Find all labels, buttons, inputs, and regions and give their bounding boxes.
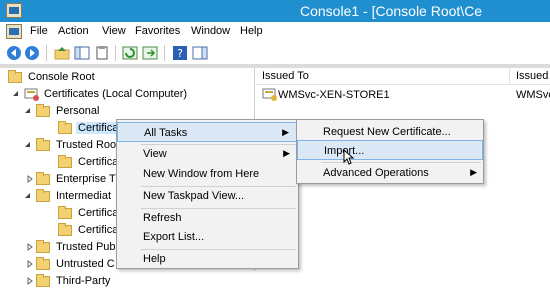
- folder-icon: [36, 138, 50, 151]
- folder-icon: [58, 121, 72, 134]
- folder-icon: [8, 70, 22, 83]
- menu-item-refresh[interactable]: Refresh: [117, 208, 298, 228]
- forward-arrow-icon[interactable]: [24, 45, 40, 61]
- menu-file[interactable]: File: [30, 25, 48, 37]
- all-tasks-submenu: Request New Certificate... Import... Adv…: [296, 119, 484, 184]
- list-item[interactable]: WMSvc-XEN-STORE1 WMSvc: [256, 87, 550, 104]
- toolbar-separator: [115, 45, 116, 61]
- menu-item-label: Advanced Operations: [323, 167, 429, 179]
- show-action-pane-icon[interactable]: [192, 45, 208, 61]
- tree-item-label: Console Root: [28, 71, 95, 83]
- mmc-document-icon[interactable]: [6, 24, 22, 39]
- toolbar-separator: [46, 45, 47, 61]
- tree-item-label: Certifica: [76, 122, 121, 134]
- mouse-cursor-icon: [343, 149, 355, 165]
- folder-icon: [36, 274, 50, 287]
- cell-issued-to: WMSvc-XEN-STORE1: [278, 89, 390, 101]
- folder-icon: [58, 155, 72, 168]
- menu-item-label: Request New Certificate...: [323, 126, 451, 138]
- column-header-issued-by[interactable]: Issued: [510, 68, 550, 85]
- menu-item-label: View: [143, 148, 167, 160]
- menu-item-label: Refresh: [143, 212, 182, 224]
- show-hide-tree-icon[interactable]: [74, 45, 90, 61]
- refresh-icon[interactable]: [122, 45, 138, 61]
- menu-item-help[interactable]: Help: [117, 249, 298, 269]
- mmc-app-icon[interactable]: [6, 3, 22, 18]
- expanded-chevron-icon[interactable]: [24, 192, 32, 200]
- menu-item-request-new-certificate[interactable]: Request New Certificate...: [297, 122, 483, 142]
- menu-item-export-list[interactable]: Export List...: [117, 227, 298, 247]
- folder-icon: [58, 223, 72, 236]
- tree-item-label: Personal: [56, 105, 100, 117]
- submenu-arrow-icon: ▶: [283, 148, 290, 158]
- tree-item-label: Intermediat: [56, 190, 112, 202]
- menu-item-label: Help: [143, 253, 166, 265]
- menu-item-label: New Window from Here: [143, 168, 260, 180]
- tree-item-label: Trusted Roo: [56, 139, 117, 151]
- collapsed-chevron-icon[interactable]: [26, 260, 34, 268]
- back-arrow-icon[interactable]: [6, 45, 22, 61]
- cell-issued-by: WMSvc: [516, 89, 550, 101]
- collapsed-chevron-icon[interactable]: [26, 277, 34, 285]
- context-menu: All Tasks ▶ View ▶ New Window from Here …: [116, 119, 299, 269]
- collapsed-chevron-icon[interactable]: [26, 243, 34, 251]
- menu-bar: File Action View Favorites Window Help: [0, 22, 550, 42]
- tree-item-label: Certifica: [78, 224, 119, 236]
- menu-item-new-taskpad-view[interactable]: New Taskpad View...: [117, 186, 298, 206]
- menu-item-view[interactable]: View ▶: [117, 144, 298, 164]
- menu-item-label: All Tasks: [144, 127, 188, 139]
- menu-favorites[interactable]: Favorites: [135, 25, 180, 37]
- folder-icon: [36, 240, 50, 253]
- menu-item-new-window-from-here[interactable]: New Window from Here: [117, 164, 298, 184]
- help-icon[interactable]: ?: [172, 45, 188, 61]
- folder-icon: [58, 206, 72, 219]
- menu-item-advanced-operations[interactable]: Advanced Operations ▶: [297, 163, 483, 183]
- tree-item-label: Certifica: [78, 156, 119, 168]
- title-bar: Console1 - [Console Root\Ce: [0, 0, 550, 22]
- menu-view[interactable]: View: [102, 25, 126, 37]
- toolbar-separator: [164, 45, 165, 61]
- menu-help[interactable]: Help: [240, 25, 263, 37]
- submenu-arrow-icon: ▶: [282, 127, 289, 137]
- svg-text:?: ?: [177, 47, 183, 60]
- folder-icon: [36, 104, 50, 117]
- menu-item-label: Export List...: [143, 231, 205, 243]
- tree-item-label: Certificates (Local Computer): [44, 88, 188, 100]
- expanded-chevron-icon[interactable]: [12, 90, 20, 98]
- tree-item-label: Trusted Pub: [56, 241, 116, 253]
- menu-item-import[interactable]: Import...: [297, 140, 483, 160]
- menu-item-label: New Taskpad View...: [143, 190, 245, 202]
- window-title: Console1 - [Console Root\Ce: [300, 3, 483, 19]
- expanded-chevron-icon[interactable]: [24, 141, 32, 149]
- certificate-store-icon: [24, 88, 39, 101]
- toolbar: ?: [0, 42, 550, 64]
- submenu-arrow-icon: ▶: [470, 167, 477, 177]
- folder-icon: [36, 172, 50, 185]
- tree-item-label: Untrusted C: [56, 258, 115, 270]
- folder-icon: [36, 257, 50, 270]
- expanded-chevron-icon[interactable]: [24, 107, 32, 115]
- menu-item-all-tasks[interactable]: All Tasks ▶: [117, 122, 298, 142]
- column-header-issued-to[interactable]: Issued To: [256, 68, 510, 85]
- certificate-icon: [262, 88, 277, 101]
- collapsed-chevron-icon[interactable]: [26, 175, 34, 183]
- tree-item-label: Enterprise T: [56, 173, 116, 185]
- up-folder-icon[interactable]: [54, 45, 70, 61]
- export-list-icon[interactable]: [142, 45, 158, 61]
- folder-icon: [36, 189, 50, 202]
- tree-item-label: Third-Party: [56, 275, 111, 287]
- copy-icon[interactable]: [94, 45, 110, 61]
- menu-window[interactable]: Window: [191, 25, 230, 37]
- tree-item-label: Certifica: [78, 207, 119, 219]
- menu-action[interactable]: Action: [58, 25, 89, 37]
